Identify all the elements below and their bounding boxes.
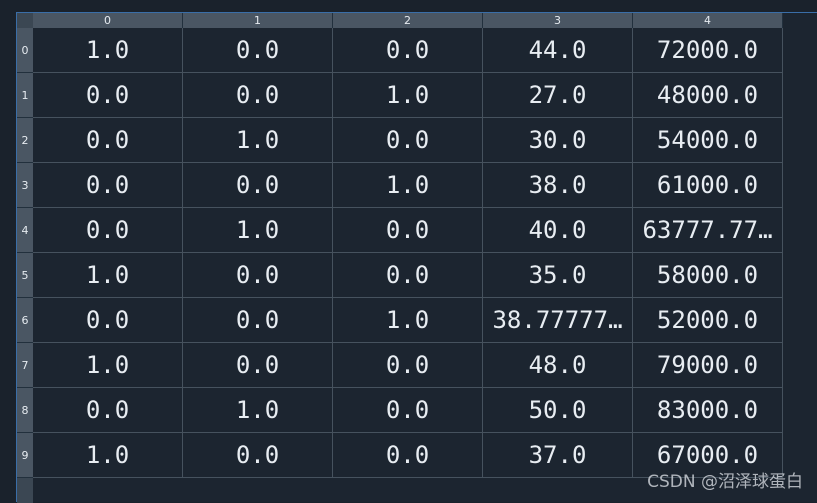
table-cell[interactable]: 48000.0 [633,73,783,118]
table-cell[interactable]: 0.0 [333,433,483,478]
row-header-6[interactable]: 6 [17,298,33,343]
table-cell[interactable]: 0.0 [333,253,483,298]
row-header-9[interactable]: 9 [17,433,33,478]
table-cell[interactable]: 54000.0 [633,118,783,163]
row-header-0[interactable]: 0 [17,28,33,73]
table-cell[interactable]: 27.0 [483,73,633,118]
table-cell[interactable]: 63777.77… [633,208,783,253]
column-header-2[interactable]: 2 [333,13,483,28]
table-cell[interactable]: 0.0 [333,118,483,163]
table-cell[interactable]: 1.0 [33,253,183,298]
table-cell[interactable]: 0.0 [183,298,333,343]
table-cell[interactable]: 0.0 [333,388,483,433]
table-cell[interactable]: 72000.0 [633,28,783,73]
table-cell[interactable]: 0.0 [183,28,333,73]
table-cell[interactable]: 58000.0 [633,253,783,298]
table-cell[interactable]: 79000.0 [633,343,783,388]
column-header-1[interactable]: 1 [183,13,333,28]
table-cell[interactable]: 30.0 [483,118,633,163]
row-header-8[interactable]: 8 [17,388,33,433]
table-cell[interactable]: 0.0 [33,163,183,208]
table-cell[interactable]: 1.0 [333,298,483,343]
table-cell[interactable]: 1.0 [333,73,483,118]
table-cell[interactable]: 35.0 [483,253,633,298]
column-header-4[interactable]: 4 [633,13,783,28]
row-header-3[interactable]: 3 [17,163,33,208]
data-grid: 1.00.00.044.072000.00.00.01.027.048000.0… [33,28,783,478]
table-cell[interactable]: 50.0 [483,388,633,433]
watermark-text: CSDN @沼泽球蛋白 [647,467,803,492]
table-cell[interactable]: 1.0 [183,118,333,163]
table-cell[interactable]: 83000.0 [633,388,783,433]
table-cell[interactable]: 0.0 [183,343,333,388]
table-cell[interactable]: 61000.0 [633,163,783,208]
column-header-3[interactable]: 3 [483,13,633,28]
header-corner [17,13,33,28]
row-header-7[interactable]: 7 [17,343,33,388]
table-cell[interactable]: 0.0 [33,118,183,163]
table-cell[interactable]: 0.0 [33,208,183,253]
table-cell[interactable]: 38.0 [483,163,633,208]
table-cell[interactable]: 0.0 [183,433,333,478]
table-cell[interactable]: 0.0 [33,298,183,343]
row-header-1[interactable]: 1 [17,73,33,118]
table-cell[interactable]: 1.0 [33,433,183,478]
table-cell[interactable]: 37.0 [483,433,633,478]
row-header-2[interactable]: 2 [17,118,33,163]
table-cell[interactable]: 0.0 [33,388,183,433]
table-cell[interactable]: 0.0 [183,73,333,118]
table-cell[interactable]: 44.0 [483,28,633,73]
column-header-0[interactable]: 0 [33,13,183,28]
row-header-filler [17,478,33,503]
dataframe-viewer: 01234 0123456789 1.00.00.044.072000.00.0… [16,12,817,502]
table-cell[interactable]: 1.0 [33,343,183,388]
table-cell[interactable]: 0.0 [333,208,483,253]
row-header-5[interactable]: 5 [17,253,33,298]
table-cell[interactable]: 52000.0 [633,298,783,343]
table-cell[interactable]: 0.0 [333,343,483,388]
table-cell[interactable]: 1.0 [183,208,333,253]
table-cell[interactable]: 1.0 [333,163,483,208]
table-cell[interactable]: 0.0 [183,163,333,208]
table-cell[interactable]: 48.0 [483,343,633,388]
row-header-4[interactable]: 4 [17,208,33,253]
table-cell[interactable]: 40.0 [483,208,633,253]
table-cell[interactable]: 1.0 [33,28,183,73]
table-cell[interactable]: 1.0 [183,388,333,433]
table-cell[interactable]: 38.77777… [483,298,633,343]
table-cell[interactable]: 0.0 [33,73,183,118]
table-cell[interactable]: 0.0 [333,28,483,73]
table-cell[interactable]: 0.0 [183,253,333,298]
